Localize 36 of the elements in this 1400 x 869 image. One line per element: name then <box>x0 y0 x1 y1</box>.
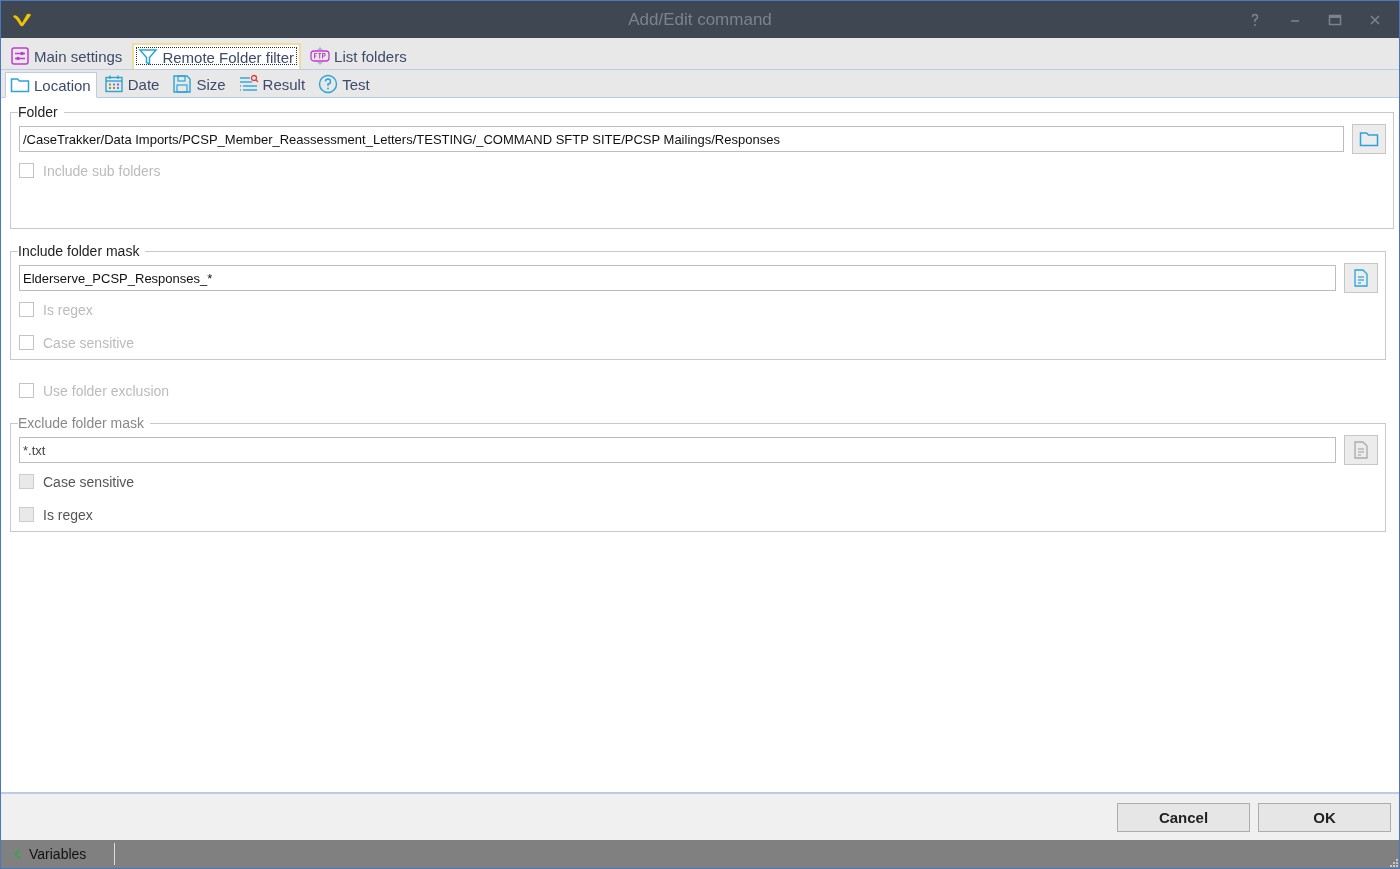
sliders-icon <box>10 46 30 66</box>
tab[interactable]: Test <box>313 71 376 97</box>
list-icon <box>238 74 259 94</box>
logo-icon <box>12 11 32 28</box>
resize-grip-icon[interactable] <box>1388 857 1398 867</box>
help-icon <box>318 74 339 94</box>
maximize-icon <box>1328 12 1342 27</box>
window-title: Add/Edit command <box>628 9 772 30</box>
tab[interactable]: Main settings <box>5 43 129 69</box>
tab[interactable]: List folders <box>305 43 413 69</box>
mask-button[interactable] <box>1344 263 1378 293</box>
funnel-icon <box>138 47 159 67</box>
text-field[interactable]: Elderserve_PCSP_Responses_* <box>19 265 1336 291</box>
group-title: Include folder mask <box>18 243 141 259</box>
browse-button[interactable] <box>1352 124 1386 154</box>
document-icon <box>1351 268 1371 288</box>
minimize-icon <box>1291 19 1299 22</box>
floppy-icon <box>172 74 193 94</box>
calendar-icon <box>103 74 124 94</box>
ftp-icon <box>310 46 331 66</box>
text-field[interactable]: /CaseTrakker/Data Imports/PCSP_Member_Reassessment_Letters/TESTING/_COMMAND SFTP SITE/PCSP Mailings/Responses <box>19 126 1344 152</box>
group-title: Folder <box>18 104 59 120</box>
ok-button[interactable]: OK <box>1258 802 1391 832</box>
tab[interactable]: Remote Folder filter <box>132 43 302 69</box>
folder-icon <box>1359 129 1379 149</box>
close-icon <box>1368 12 1382 27</box>
folder-icon <box>10 75 30 95</box>
tab[interactable]: Date <box>98 71 166 97</box>
group-title: Exclude folder mask <box>18 415 146 431</box>
chevron-icon <box>13 849 23 859</box>
cancel-button[interactable]: Cancel <box>1117 802 1250 832</box>
tab[interactable]: Result <box>233 71 312 97</box>
tab[interactable]: Location <box>5 72 97 98</box>
document-icon <box>1351 440 1371 460</box>
variables-button[interactable]: Variables <box>1 846 114 862</box>
tab[interactable]: Size <box>167 71 232 97</box>
